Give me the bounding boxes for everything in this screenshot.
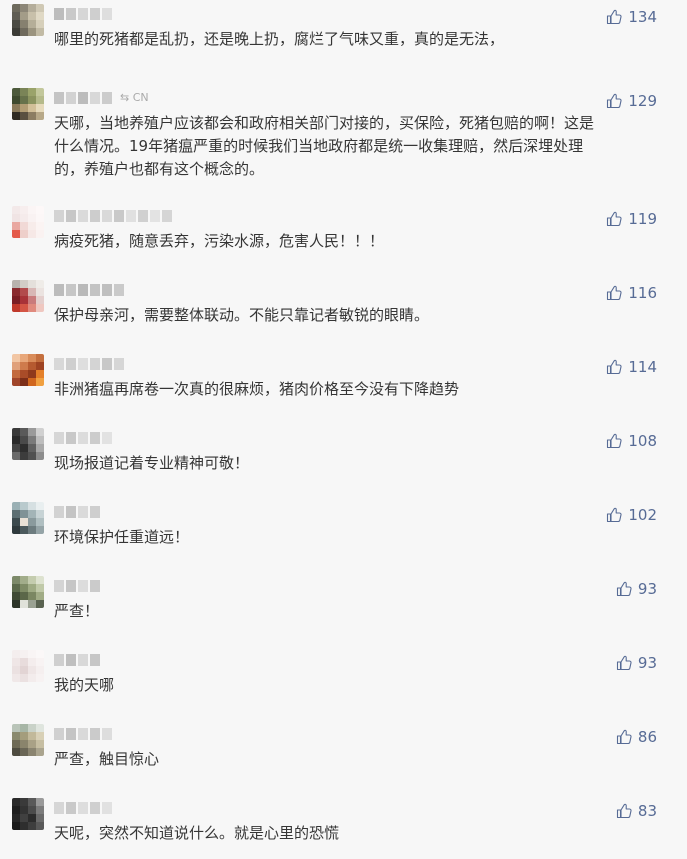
nickname-blurred (54, 802, 112, 814)
like-count: 108 (628, 432, 657, 450)
like-count: 134 (628, 8, 657, 26)
avatar[interactable] (12, 4, 44, 36)
like-count: 102 (628, 506, 657, 524)
nickname-blurred (54, 432, 112, 444)
avatar[interactable] (12, 724, 44, 756)
nickname-blurred (54, 654, 100, 666)
like-button[interactable]: 86 (616, 728, 657, 746)
thumbs-up-icon (607, 433, 622, 449)
avatar[interactable] (12, 650, 44, 682)
nickname-blurred (54, 210, 172, 222)
comment-text: 天哪，当地养殖户应该都会和政府相关部门对接的，买保险，死猪包赔的啊！这是 什么情… (54, 114, 595, 178)
avatar[interactable] (12, 798, 44, 830)
comment-text: 环境保护任重道远！ (54, 528, 190, 546)
like-button[interactable]: 93 (616, 654, 657, 672)
like-count: 93 (637, 654, 657, 672)
like-count: 129 (628, 92, 657, 110)
thumbs-up-icon (607, 211, 622, 227)
comment-text: 严查！ (54, 602, 100, 620)
avatar[interactable] (12, 88, 44, 120)
comment-text: 天呢，突然不知道说什么。就是心里的恐慌 (54, 824, 340, 842)
nickname-blurred (54, 284, 124, 296)
like-button[interactable]: 134 (606, 8, 657, 26)
nickname-blurred (54, 728, 112, 740)
thumbs-up-icon (616, 803, 632, 819)
like-count: 116 (628, 284, 657, 302)
thumbs-up-icon (607, 285, 622, 301)
like-count: 93 (637, 580, 657, 598)
comment-text: 严查，触目惊心 (54, 750, 160, 768)
avatar[interactable] (12, 280, 44, 312)
like-button[interactable]: 83 (616, 802, 657, 820)
like-count: 114 (628, 358, 657, 376)
like-button[interactable]: 114 (606, 358, 657, 376)
thumbs-up-icon (607, 507, 622, 523)
avatar[interactable] (12, 576, 44, 608)
nickname-blurred (54, 506, 100, 518)
like-button[interactable]: 102 (606, 506, 657, 524)
nickname-blurred (54, 358, 124, 370)
comment-text: 保护母亲河，需要整体联动。不能只靠记者敏锐的眼睛。 (54, 306, 430, 324)
thumbs-up-icon (616, 581, 632, 597)
avatar[interactable] (12, 206, 44, 238)
thumbs-up-icon (607, 359, 622, 375)
comment-text: 哪里的死猪都是乱扔，还是晚上扔，腐烂了气味又重，真的是无法， (54, 30, 505, 48)
avatar[interactable] (12, 502, 44, 534)
thumbs-up-icon (616, 729, 632, 745)
like-button[interactable]: 129 (606, 92, 657, 110)
nickname-blurred (54, 8, 112, 20)
like-button[interactable]: 116 (606, 284, 657, 302)
like-count: 83 (637, 802, 657, 820)
thumbs-up-icon (616, 655, 632, 671)
avatar[interactable] (12, 428, 44, 460)
nickname-blurred (54, 92, 112, 104)
comment-text: 现场报道记着专业精神可敬！ (54, 454, 250, 472)
like-button[interactable]: 93 (616, 580, 657, 598)
nickname-blurred (54, 580, 100, 592)
avatar[interactable] (12, 354, 44, 386)
thumbs-up-icon (607, 9, 622, 25)
comment-text: 非洲猪瘟再席卷一次真的很麻烦，猪肉价格至今没有下降趋势 (54, 380, 460, 398)
comment-text: 病疫死猪，随意丢弃，污染水源，危害人民！！！ (54, 232, 385, 250)
like-count: 119 (628, 210, 657, 228)
nickname-suffix: ⇆ CN (120, 91, 149, 104)
like-button[interactable]: 119 (606, 210, 657, 228)
thumbs-up-icon (607, 93, 622, 109)
comment-text: 我的天哪 (54, 676, 115, 694)
like-button[interactable]: 108 (606, 432, 657, 450)
like-count: 86 (637, 728, 657, 746)
comment-list: 哪里的死猪都是乱扔，还是晚上扔，腐烂了气味又重，真的是无法， 134 ⇆ CN … (0, 0, 687, 859)
